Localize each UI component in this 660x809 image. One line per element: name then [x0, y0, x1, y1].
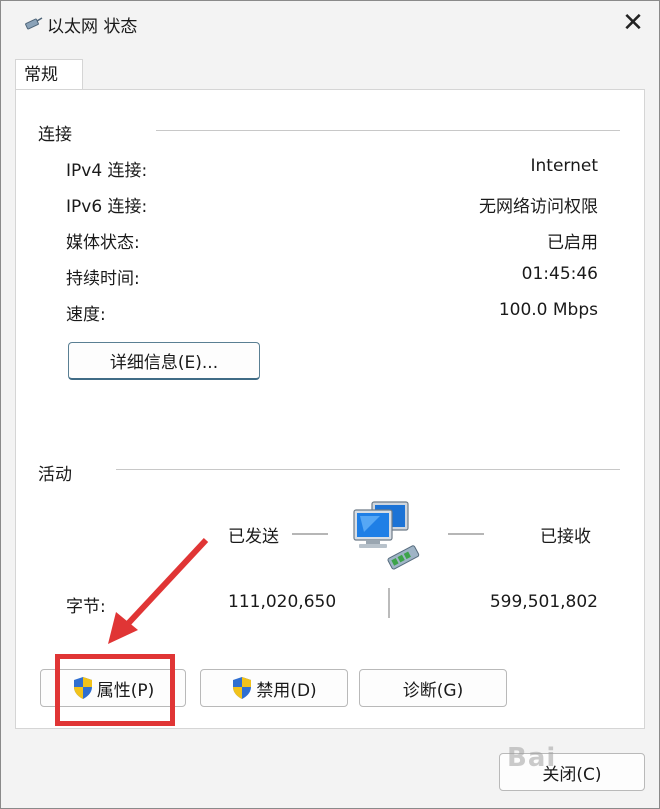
- red-highlight-box: [55, 654, 175, 726]
